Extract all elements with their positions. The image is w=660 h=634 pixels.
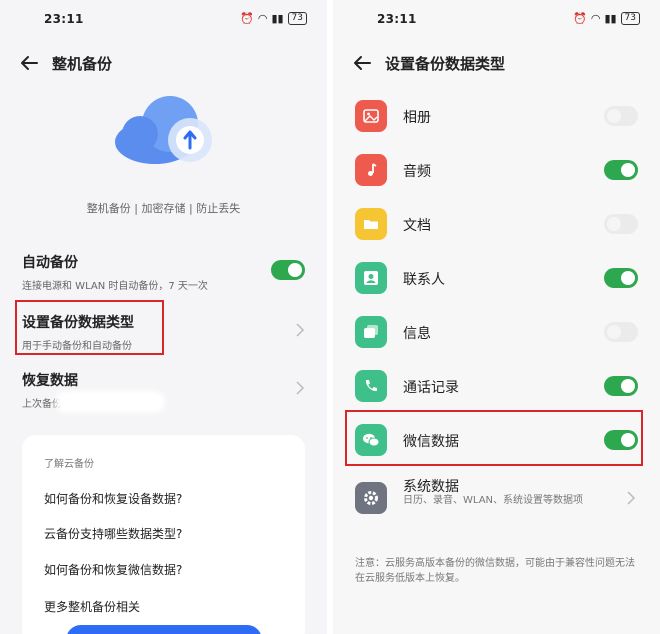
status-time: 23:11 bbox=[44, 12, 84, 26]
row-label: 系统数据 bbox=[403, 479, 459, 495]
music-note-icon bbox=[355, 154, 387, 186]
redacted-mask bbox=[55, 391, 165, 413]
folder-icon bbox=[355, 208, 387, 240]
phone-icon bbox=[355, 370, 387, 402]
restore-data-title: 恢复数据 bbox=[22, 373, 78, 389]
data-type-row-contacts: 联系人 bbox=[333, 250, 660, 304]
backup-type-screen: 23:11 ⏰ ◠ ▮▮ 73 设置备份数据类型 相册 音频 文档 联系人 信息… bbox=[333, 0, 660, 634]
backup-now-button[interactable] bbox=[66, 625, 262, 634]
messages-toggle[interactable] bbox=[604, 322, 638, 342]
status-time: 23:11 bbox=[377, 12, 417, 26]
status-icons: ⏰ ◠ ▮▮ 73 bbox=[573, 12, 640, 25]
contacts-toggle[interactable] bbox=[604, 268, 638, 288]
row-desc: 日历、录音、WLAN、系统设置等数据项 bbox=[403, 495, 584, 506]
row-label: 联系人 bbox=[403, 272, 445, 288]
alarm-icon: ⏰ bbox=[240, 12, 254, 25]
wifi-icon: ◠ bbox=[257, 12, 268, 25]
data-type-row-photos: 相册 bbox=[333, 88, 660, 142]
battery-icon: 73 bbox=[620, 12, 640, 25]
signal-icon: ▮▮ bbox=[271, 12, 284, 25]
data-type-row-documents: 文档 bbox=[333, 196, 660, 250]
audio-toggle[interactable] bbox=[604, 160, 638, 180]
faq-card: 了解云备份 如何备份和恢复设备数据? 云备份支持哪些数据类型? 如何备份和恢复微… bbox=[22, 435, 305, 634]
highlight-box bbox=[15, 300, 164, 355]
auto-backup-setting: 自动备份 连接电源和 WLAN 时自动备份，7 天一次 bbox=[22, 252, 305, 292]
call-log-toggle[interactable] bbox=[604, 376, 638, 396]
auto-backup-title: 自动备份 bbox=[22, 255, 78, 271]
message-icon bbox=[355, 316, 387, 348]
back-arrow-icon[interactable] bbox=[351, 52, 373, 74]
compatibility-note: 注意：云服务高版本备份的微信数据，可能由于兼容性问题无法在云服务低版本上恢复。 bbox=[355, 558, 635, 584]
faq-link[interactable]: 云备份支持哪些数据类型? bbox=[44, 525, 182, 542]
row-label: 信息 bbox=[403, 326, 431, 342]
photo-icon bbox=[355, 100, 387, 132]
data-type-row-system[interactable]: 系统数据 日历、录音、WLAN、系统设置等数据项 bbox=[333, 470, 660, 530]
signal-icon: ▮▮ bbox=[604, 12, 617, 25]
data-type-row-messages: 信息 bbox=[333, 304, 660, 358]
row-label: 音频 bbox=[403, 164, 431, 180]
photos-toggle[interactable] bbox=[604, 106, 638, 126]
status-bar: 23:11 ⏰ ◠ ▮▮ 73 bbox=[333, 10, 660, 30]
app-bar: 设置备份数据类型 bbox=[333, 52, 660, 76]
auto-backup-desc: 连接电源和 WLAN 时自动备份，7 天一次 bbox=[22, 281, 208, 292]
cloud-upload-icon bbox=[115, 96, 212, 164]
status-bar: 23:11 ⏰ ◠ ▮▮ 73 bbox=[0, 10, 327, 30]
highlight-box bbox=[345, 410, 643, 466]
row-label: 相册 bbox=[403, 110, 431, 126]
row-label: 文档 bbox=[403, 218, 431, 234]
page-title: 设置备份数据类型 bbox=[385, 55, 506, 73]
backup-screen: 23:11 ⏰ ◠ ▮▮ 73 整机备份 整机备份 | 加密存储 | 防止丢失 … bbox=[0, 0, 327, 634]
chevron-right-icon bbox=[296, 323, 305, 337]
documents-toggle[interactable] bbox=[604, 214, 638, 234]
gear-icon bbox=[355, 482, 387, 514]
data-type-row-audio: 音频 bbox=[333, 142, 660, 196]
wifi-icon: ◠ bbox=[590, 12, 601, 25]
data-type-row-call-log: 通话记录 bbox=[333, 358, 660, 412]
status-icons: ⏰ ◠ ▮▮ 73 bbox=[240, 12, 307, 25]
faq-link[interactable]: 如何备份和恢复设备数据? bbox=[44, 490, 182, 507]
chevron-right-icon bbox=[296, 381, 305, 395]
faq-link[interactable]: 如何备份和恢复微信数据? bbox=[44, 561, 182, 578]
faq-link[interactable]: 更多整机备份相关 bbox=[44, 598, 140, 615]
app-bar: 整机备份 bbox=[0, 52, 327, 76]
alarm-icon: ⏰ bbox=[573, 12, 587, 25]
back-arrow-icon[interactable] bbox=[18, 52, 40, 74]
contact-icon bbox=[355, 262, 387, 294]
row-label: 通话记录 bbox=[403, 380, 459, 396]
backup-tagline: 整机备份 | 加密存储 | 防止丢失 bbox=[86, 202, 241, 215]
chevron-right-icon bbox=[627, 491, 636, 505]
auto-backup-toggle[interactable] bbox=[271, 260, 305, 280]
battery-icon: 73 bbox=[287, 12, 307, 25]
page-title: 整机备份 bbox=[52, 55, 113, 73]
faq-heading: 了解云备份 bbox=[44, 459, 94, 470]
